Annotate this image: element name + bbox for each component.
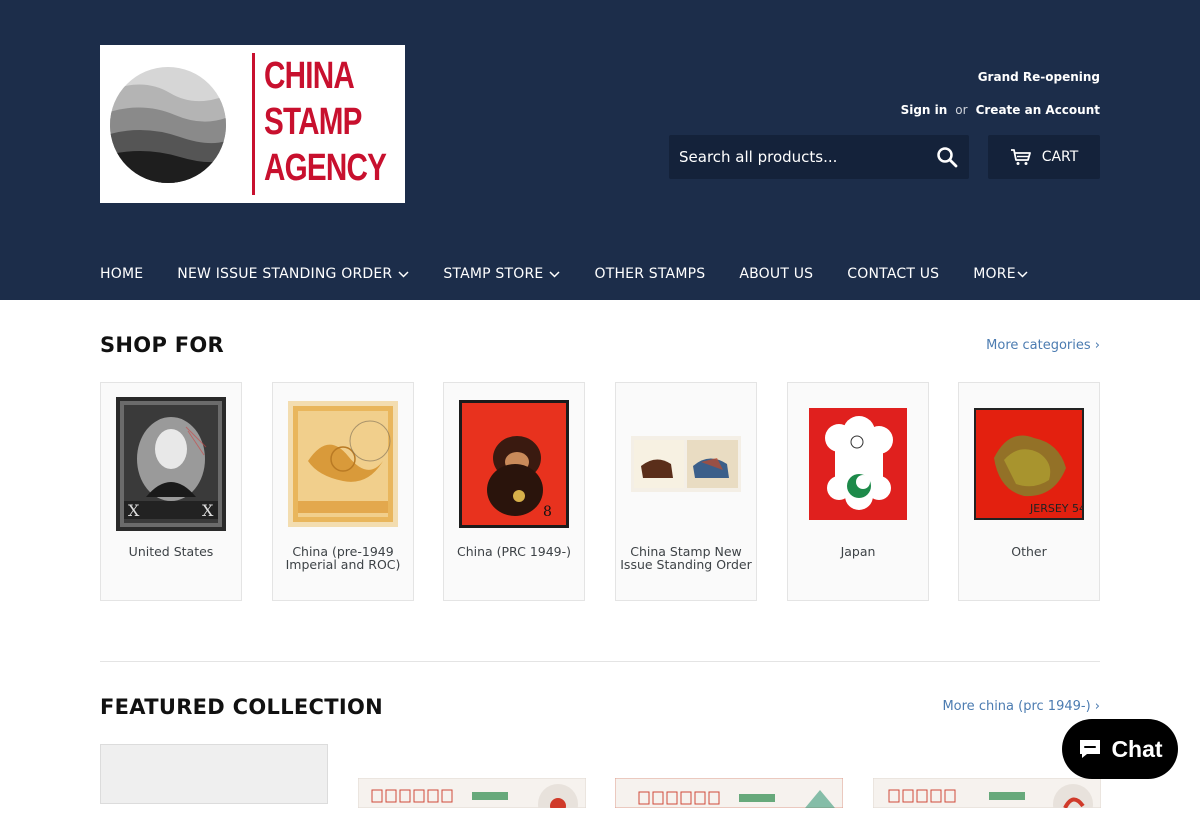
more-china-prc-link[interactable]: More china (prc 1949-) › bbox=[942, 699, 1100, 714]
nav-item-stamp-store[interactable]: STAMP STORE bbox=[443, 262, 560, 286]
nav-item-about-us[interactable]: ABOUT US bbox=[739, 262, 813, 286]
category-card-other[interactable]: JERSEY 54 Other bbox=[958, 382, 1100, 601]
nav-item-contact-us[interactable]: CONTACT US bbox=[847, 262, 939, 286]
shop-for-heading: SHOP FOR bbox=[100, 333, 225, 357]
nav-label: ABOUT US bbox=[739, 266, 814, 282]
logo-line: STAMP bbox=[264, 101, 362, 143]
product-card[interactable] bbox=[357, 777, 587, 838]
dragon-stamp-image bbox=[288, 401, 398, 527]
category-card-japan[interactable]: Japan bbox=[787, 382, 929, 601]
category-card-united-states[interactable]: X X United States bbox=[100, 382, 242, 601]
logo-mountain-icon bbox=[110, 67, 226, 183]
nav-item-other-stamps[interactable]: OTHER STAMPS bbox=[594, 262, 705, 286]
category-label: China (pre-1949 Imperial and ROC) bbox=[285, 544, 401, 572]
cart-icon bbox=[1010, 149, 1031, 165]
logo-divider bbox=[252, 53, 255, 195]
us-stamp-image: X X bbox=[116, 397, 226, 531]
search-icon bbox=[937, 147, 958, 168]
cart-label: CART bbox=[1041, 149, 1079, 165]
chat-button[interactable]: Chat bbox=[1062, 719, 1178, 779]
category-grid: X X United States China (pre-1949 Imperi… bbox=[100, 382, 1100, 601]
nav-label: MORE bbox=[973, 266, 1016, 282]
nav-label: OTHER STAMPS bbox=[594, 266, 706, 282]
category-card-china-prc[interactable]: 8 China (PRC 1949-) bbox=[443, 382, 585, 601]
category-card-new-issue-standing-order[interactable]: China Stamp New Issue Standing Order bbox=[615, 382, 757, 601]
category-label: China (PRC 1949-) bbox=[456, 544, 572, 559]
account-links: Sign in or Create an Account bbox=[901, 103, 1100, 117]
product-card[interactable] bbox=[872, 777, 1102, 838]
sign-in-link[interactable]: Sign in bbox=[901, 103, 948, 117]
category-label: China Stamp New Issue Standing Order bbox=[620, 544, 752, 572]
chevron-down-icon bbox=[549, 270, 560, 278]
product-card[interactable] bbox=[100, 744, 328, 804]
or-separator: or bbox=[955, 103, 968, 117]
announcement-text: Grand Re-opening bbox=[977, 70, 1100, 84]
chat-bubble-icon bbox=[1080, 740, 1101, 758]
category-label: United States bbox=[128, 544, 214, 559]
nav-label: NEW ISSUE STANDING ORDER bbox=[177, 266, 393, 282]
product-image bbox=[357, 777, 587, 824]
site-header: CHINA STAMP AGENCY Grand Re-opening Sign… bbox=[0, 0, 1200, 300]
category-card-china-pre-1949[interactable]: China (pre-1949 Imperial and ROC) bbox=[272, 382, 414, 601]
search-bar bbox=[669, 135, 969, 179]
jersey-stamp-image: JERSEY 54 bbox=[974, 408, 1084, 520]
product-image bbox=[872, 777, 1102, 824]
cart-button[interactable]: CART bbox=[988, 135, 1100, 179]
logo-line: CHINA bbox=[264, 55, 355, 97]
monkey-stamp-image: 8 bbox=[459, 400, 569, 528]
category-label: Japan bbox=[840, 544, 876, 559]
create-account-link[interactable]: Create an Account bbox=[976, 103, 1100, 117]
svg-text:8: 8 bbox=[543, 504, 552, 520]
svg-text:X: X bbox=[202, 501, 214, 520]
logo-wordmark: CHINA STAMP AGENCY bbox=[264, 53, 387, 191]
category-image bbox=[286, 396, 400, 532]
nav-item-new-issue-standing-order[interactable]: NEW ISSUE STANDING ORDER bbox=[177, 262, 409, 286]
japan-stamp-image bbox=[809, 408, 907, 520]
nav-item-more[interactable]: MORE bbox=[973, 262, 1028, 286]
logo-line: AGENCY bbox=[264, 147, 387, 189]
site-logo[interactable]: CHINA STAMP AGENCY bbox=[100, 45, 405, 203]
featured-collection-heading: FEATURED COLLECTION bbox=[100, 695, 383, 719]
chat-label: Chat bbox=[1111, 735, 1163, 762]
nav-label: CONTACT US bbox=[847, 266, 940, 282]
product-image bbox=[614, 777, 844, 809]
more-categories-link[interactable]: More categories › bbox=[986, 338, 1100, 353]
category-image: 8 bbox=[457, 396, 571, 532]
main-nav: HOME NEW ISSUE STANDING ORDER STAMP STOR… bbox=[100, 262, 1062, 286]
product-card[interactable] bbox=[614, 777, 844, 838]
nav-label: STAMP STORE bbox=[443, 266, 544, 282]
svg-text:X: X bbox=[128, 501, 140, 520]
category-label: Other bbox=[1011, 544, 1047, 559]
category-image: JERSEY 54 bbox=[972, 396, 1086, 532]
chevron-down-icon bbox=[1017, 270, 1028, 278]
category-image bbox=[629, 396, 743, 532]
svg-text:JERSEY 54: JERSEY 54 bbox=[1029, 502, 1084, 515]
search-input[interactable] bbox=[679, 135, 929, 179]
category-image: X X bbox=[114, 396, 228, 532]
search-button[interactable] bbox=[935, 145, 959, 169]
category-image bbox=[801, 396, 915, 532]
ox-stamps-image bbox=[631, 436, 741, 492]
nav-label: HOME bbox=[100, 266, 144, 282]
section-divider bbox=[100, 661, 1100, 662]
chevron-down-icon bbox=[398, 270, 409, 278]
nav-item-home[interactable]: HOME bbox=[100, 262, 143, 286]
